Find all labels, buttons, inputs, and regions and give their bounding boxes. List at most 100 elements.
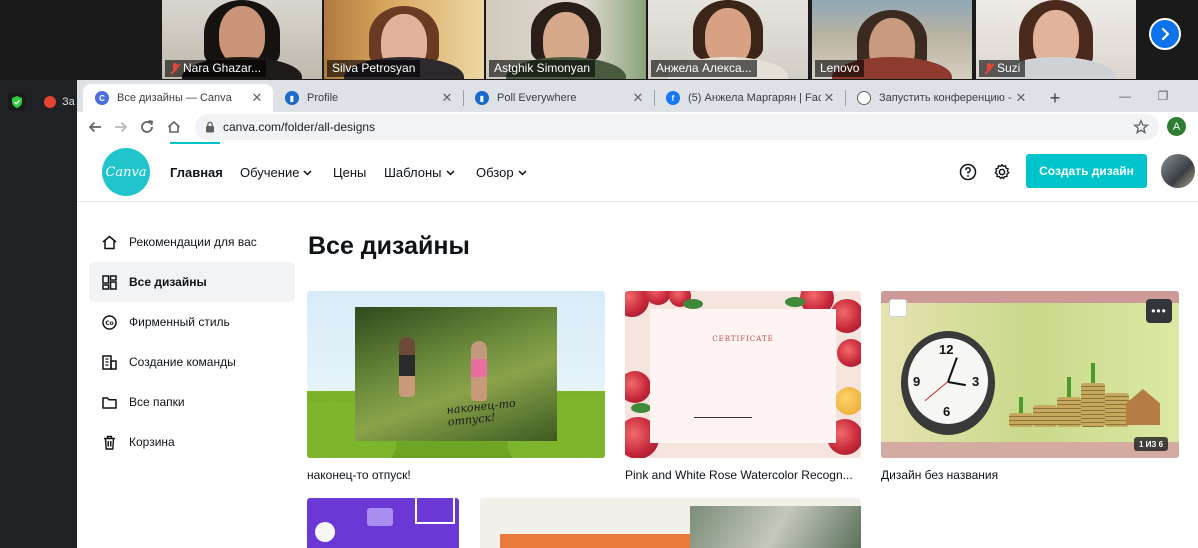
chevron-down-icon [445, 169, 455, 176]
browser-window: C Все дизайны — Canva ✕ ▮ Profile ✕ ▮ Po… [77, 80, 1198, 548]
sidebar-item-team[interactable]: Создание команды [89, 342, 295, 382]
nav-prices[interactable]: Цены [333, 142, 366, 202]
chevron-down-icon [518, 169, 527, 176]
home-icon [102, 235, 117, 249]
bookmark-star-icon[interactable] [1133, 119, 1149, 135]
reload-button[interactable] [135, 115, 159, 139]
mic-muted-icon [170, 62, 180, 75]
design-thumbnail: наконец-то отпуск! [355, 307, 557, 441]
chevron-down-icon [303, 169, 312, 176]
tab-canva[interactable]: C Все дизайны — Canva ✕ [83, 84, 273, 112]
tab-close-icon[interactable]: ✕ [630, 90, 646, 106]
forward-button[interactable] [109, 115, 133, 139]
settings-button[interactable] [992, 162, 1012, 182]
participant-name: Lenovo [820, 61, 860, 75]
tab-close-icon[interactable]: ✕ [1013, 90, 1029, 106]
more-icon: ••• [1151, 304, 1167, 318]
tab-title: Запустить конференцию - Zoom [879, 92, 1013, 104]
sidebar-item-recommended[interactable]: Рекомендации для вас [89, 222, 295, 262]
design-overlay-text: наконец-то отпуск! [445, 396, 517, 429]
zoom-participant-strip: Nara Ghazar... Silva Petrosyan Astghik S… [0, 0, 1198, 80]
tab-bar: C Все дизайны — Canva ✕ ▮ Profile ✕ ▮ Po… [77, 80, 1198, 112]
nav-home[interactable]: Главная [170, 142, 223, 202]
tab-title: Все дизайны — Canva [117, 92, 232, 104]
design-card[interactable] [480, 498, 861, 548]
more-options-button[interactable]: ••• [1146, 299, 1172, 323]
participant-name: Silva Petrosyan [332, 61, 416, 75]
nav-explore[interactable]: Обзор [476, 142, 527, 202]
trash-icon [104, 435, 115, 450]
help-button[interactable] [958, 162, 978, 182]
folder-icon [102, 396, 117, 409]
mic-muted-icon [984, 62, 994, 75]
new-tab-button[interactable]: + [1043, 86, 1067, 110]
design-overlay-text: CERTIFICATE [712, 335, 774, 343]
participant-tile[interactable]: Lenovo [812, 0, 972, 79]
participant-tile[interactable]: Suzi [976, 0, 1136, 79]
canva-header: Canva Главная Обучение Цены Шаблоны Обзо… [77, 142, 1198, 202]
design-thumbnail: CERTIFICATE [650, 309, 836, 443]
tab-poll-everywhere[interactable]: ▮ Poll Everywhere ✕ [463, 84, 654, 112]
participant-tile[interactable]: Astghik Simonyan [486, 0, 646, 79]
design-title[interactable]: Pink and White Rose Watercolor Recogn... [625, 468, 861, 482]
tab-close-icon[interactable]: ✕ [249, 90, 265, 106]
browser-profile-avatar[interactable]: A [1167, 117, 1186, 136]
brand-kit-icon: Co [102, 314, 117, 330]
sidebar-item-trash[interactable]: Корзина [89, 422, 295, 462]
participant-tile[interactable]: Silva Petrosyan [324, 0, 484, 79]
home-button[interactable] [162, 115, 186, 139]
design-card[interactable]: CERTIFICATE [625, 291, 861, 458]
design-card[interactable] [307, 498, 459, 548]
sidebar-item-all-folders[interactable]: Все папки [89, 382, 295, 422]
address-bar[interactable]: canva.com/folder/all-designs [195, 114, 1159, 140]
maximize-button[interactable]: ❐ [1151, 86, 1175, 106]
tab-title: (5) Анжела Маргарян | Facebo [688, 92, 821, 104]
minimize-button[interactable]: — [1113, 86, 1137, 106]
gear-icon [994, 163, 1010, 180]
design-card[interactable]: наконец-то отпуск! [307, 291, 605, 458]
design-title[interactable]: наконец-то отпуск! [307, 468, 605, 482]
participant-tile-active[interactable]: Анжела Алекса... [648, 0, 808, 79]
sidebar: Рекомендации для вас Все дизайны Co Фирм… [89, 222, 295, 462]
tab-profile[interactable]: ▮ Profile ✕ [273, 84, 463, 112]
design-thumbnail: 12 3 6 9 [901, 331, 995, 435]
canva-logo[interactable]: Canva [102, 148, 150, 196]
arrow-right-icon [115, 121, 128, 133]
home-icon [167, 120, 181, 133]
participant-tile[interactable]: Nara Ghazar... [162, 0, 322, 79]
background-window-label: За [62, 96, 75, 108]
sidebar-item-brand-kit[interactable]: Co Фирменный стиль [89, 302, 295, 342]
tab-facebook[interactable]: f (5) Анжела Маргарян | Facebo ✕ [654, 84, 845, 112]
poll-everywhere-favicon-icon: ▮ [285, 91, 299, 105]
lock-icon [206, 121, 214, 133]
nav-learn[interactable]: Обучение [240, 142, 312, 202]
tab-close-icon[interactable]: ✕ [439, 90, 455, 106]
shield-icon[interactable] [8, 93, 26, 111]
design-card[interactable]: 12 3 6 9 ••• 1 ИЗ 6 [881, 291, 1179, 458]
participant-name: Nara Ghazar... [183, 61, 262, 75]
nav-templates[interactable]: Шаблоны [384, 142, 455, 202]
user-avatar[interactable] [1161, 154, 1195, 188]
tab-zoom[interactable]: Запустить конференцию - Zoom ✕ [845, 84, 1037, 112]
page-title: Все дизайны [308, 232, 470, 260]
select-checkbox[interactable] [889, 299, 907, 317]
back-button[interactable] [83, 115, 107, 139]
record-icon [44, 96, 56, 108]
participant-name: Astghik Simonyan [494, 61, 591, 75]
tab-title: Poll Everywhere [497, 92, 577, 104]
canva-page: Canva Главная Обучение Цены Шаблоны Обзо… [77, 142, 1198, 548]
tab-close-icon[interactable]: ✕ [821, 90, 837, 106]
svg-text:Co: Co [105, 320, 114, 327]
design-title[interactable]: Дизайн без названия [881, 468, 1179, 482]
globe-favicon-icon [857, 91, 871, 105]
next-participants-button[interactable] [1149, 18, 1181, 50]
building-icon [102, 354, 117, 370]
facebook-favicon-icon: f [666, 91, 680, 105]
grid-icon [102, 274, 117, 290]
sidebar-item-all-designs[interactable]: Все дизайны [89, 262, 295, 302]
canva-favicon-icon: C [95, 91, 109, 105]
page-count-badge: 1 ИЗ 6 [1134, 437, 1169, 451]
create-design-button[interactable]: Создать дизайн [1026, 154, 1147, 188]
reload-icon [141, 120, 154, 133]
participant-name: Анжела Алекса... [656, 61, 752, 75]
